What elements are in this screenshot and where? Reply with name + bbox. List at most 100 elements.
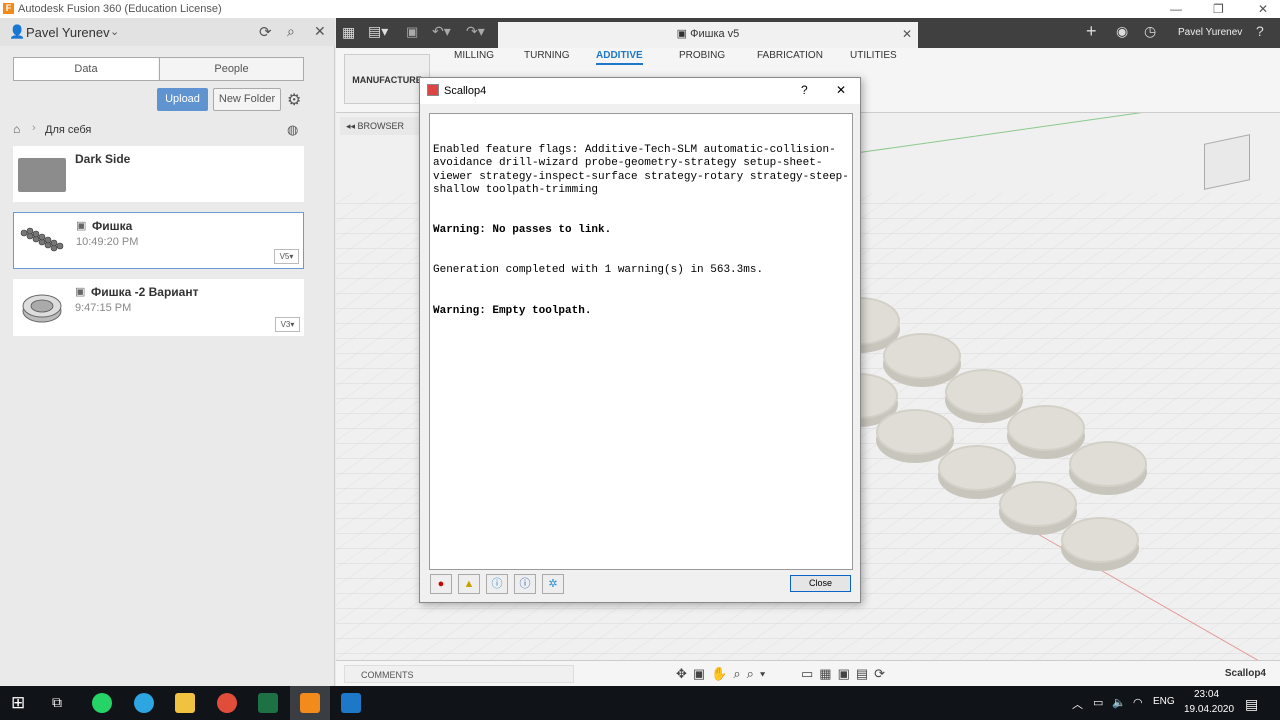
item-name: Фишка bbox=[92, 219, 133, 233]
excel-icon[interactable] bbox=[258, 693, 278, 713]
workspace-switcher[interactable]: MANUFACTURE bbox=[344, 54, 430, 104]
version-badge[interactable]: V3▾ bbox=[275, 317, 300, 332]
error-filter-icon[interactable]: ● bbox=[430, 574, 452, 594]
comments-panel[interactable]: COMMENTS bbox=[344, 665, 574, 683]
list-item[interactable]: Dark Side bbox=[13, 146, 304, 202]
telegram-icon[interactable] bbox=[134, 693, 154, 713]
tray-chevron-icon[interactable]: ︿ bbox=[1072, 696, 1083, 712]
design-icon: ▣ bbox=[676, 28, 691, 40]
design-icon: ▣ bbox=[76, 220, 87, 232]
clock-icon[interactable]: ◷ bbox=[1144, 23, 1156, 40]
upload-button[interactable]: Upload bbox=[157, 88, 208, 111]
tab-milling[interactable]: MILLING bbox=[454, 50, 494, 61]
tab-utilities[interactable]: UTILITIES bbox=[850, 50, 897, 61]
file-icon[interactable]: ▤▾ bbox=[368, 23, 388, 40]
app-toolbar: ▦ ▤▾ ▣ ↶▾ ↷▾ ▣ Фишка v5 ✕ + ◉ ◷ Pavel Yu… bbox=[336, 18, 1280, 48]
display-settings-icon[interactable]: ▭▦▣▤⟳ bbox=[801, 666, 891, 682]
refresh-icon[interactable]: ⟳ bbox=[259, 23, 272, 41]
globe-icon[interactable]: ◍ bbox=[287, 122, 298, 138]
undo-icon[interactable]: ↶▾ bbox=[432, 23, 451, 40]
warning-filter-icon[interactable]: ▲ bbox=[458, 574, 480, 594]
start-icon[interactable]: ⊞ bbox=[11, 693, 25, 713]
window-title-bar: F Autodesk Fusion 360 (Education License… bbox=[0, 0, 1280, 18]
dialog-help-button[interactable]: ? bbox=[801, 83, 808, 97]
close-button[interactable]: Close bbox=[790, 575, 851, 592]
item-time: 9:47:15 PM bbox=[75, 302, 132, 314]
whatsapp-icon[interactable] bbox=[92, 693, 112, 713]
user-name[interactable]: Pavel Yurenev bbox=[26, 25, 110, 40]
log-text-area[interactable]: Enabled feature flags: Additive-Tech-SLM… bbox=[429, 113, 853, 570]
minimize-button[interactable]: — bbox=[1170, 2, 1182, 16]
dialog-title: Scallop4 bbox=[444, 85, 487, 97]
log-line: Warning: Empty toolpath. bbox=[433, 304, 592, 317]
data-people-tabs: Data People bbox=[13, 57, 304, 81]
list-item[interactable]: ▣ Фишка 10:49:20 PM V5▾ bbox=[13, 212, 304, 269]
chrome-icon[interactable] bbox=[217, 693, 237, 713]
tab-probing[interactable]: PROBING bbox=[679, 50, 725, 61]
language-indicator[interactable]: ENG bbox=[1153, 696, 1175, 707]
design-icon: ▣ bbox=[75, 286, 86, 298]
toolbar-user[interactable]: Pavel Yurenev bbox=[1178, 27, 1242, 38]
info-filter-icon[interactable]: ⓘ bbox=[486, 574, 508, 594]
grid-menu-icon[interactable]: ▦ bbox=[342, 24, 355, 41]
document-tab[interactable]: ▣ Фишка v5 ✕ bbox=[498, 22, 918, 48]
user-icon: 👤 bbox=[9, 24, 26, 39]
volume-icon[interactable]: 🔈 bbox=[1112, 696, 1126, 709]
debug-filter-icon[interactable]: ✲ bbox=[542, 574, 564, 594]
message-filter-icon[interactable]: ⓘ bbox=[514, 574, 536, 594]
job-status-icon[interactable]: ◉ bbox=[1116, 23, 1128, 40]
close-tab-icon[interactable]: ✕ bbox=[902, 22, 912, 46]
part-body[interactable] bbox=[1069, 441, 1147, 487]
dialog-app-icon bbox=[427, 84, 439, 96]
document-tab-label: Фишка v5 bbox=[690, 28, 740, 40]
view-cube[interactable] bbox=[1204, 134, 1250, 190]
close-panel-icon[interactable]: ✕ bbox=[314, 23, 326, 40]
part-body[interactable] bbox=[876, 409, 954, 455]
part-body[interactable] bbox=[1007, 405, 1085, 451]
part-body[interactable] bbox=[945, 369, 1023, 415]
edge-icon[interactable] bbox=[341, 693, 361, 713]
new-folder-button[interactable]: New Folder bbox=[213, 88, 281, 111]
fusion-icon[interactable] bbox=[300, 693, 320, 713]
tab-people[interactable]: People bbox=[159, 58, 303, 80]
wifi-icon[interactable]: ◠ bbox=[1133, 696, 1143, 709]
battery-icon[interactable]: ▭ bbox=[1093, 696, 1103, 709]
settings-gear-icon[interactable]: ⚙ bbox=[287, 90, 301, 110]
design-thumbnail bbox=[18, 227, 68, 253]
clock-time[interactable]: 23:04 bbox=[1194, 689, 1219, 700]
maximize-button[interactable]: ❐ bbox=[1213, 2, 1224, 16]
folder-icon bbox=[18, 158, 66, 192]
navigation-tools-icon[interactable]: ✥▣✋⌕⌕▾ bbox=[676, 666, 771, 682]
browser-panel-header[interactable]: ◂◂ BROWSER bbox=[340, 117, 420, 135]
part-body[interactable] bbox=[938, 445, 1016, 491]
dialog-title-bar[interactable]: Scallop4 ? ✕ bbox=[420, 78, 860, 104]
close-window-button[interactable]: ✕ bbox=[1258, 2, 1268, 16]
notifications-icon[interactable]: ▤ bbox=[1245, 696, 1258, 713]
save-icon[interactable]: ▣ bbox=[406, 24, 418, 40]
design-thumbnail bbox=[21, 289, 63, 325]
list-item[interactable]: ▣ Фишка -2 Вариант 9:47:15 PM V3▾ bbox=[13, 279, 304, 336]
chevron-down-icon[interactable]: ⌄ bbox=[110, 25, 119, 38]
tab-fabrication[interactable]: FABRICATION bbox=[757, 50, 823, 61]
browser-label: BROWSER bbox=[357, 121, 405, 131]
version-badge[interactable]: V5▾ bbox=[274, 249, 299, 264]
part-body[interactable] bbox=[1061, 517, 1139, 563]
new-tab-icon[interactable]: + bbox=[1086, 21, 1097, 42]
version-label: V5 bbox=[279, 252, 290, 261]
task-view-icon[interactable]: ⧉ bbox=[52, 694, 62, 711]
clock-date[interactable]: 19.04.2020 bbox=[1184, 704, 1234, 715]
item-name: Dark Side bbox=[75, 152, 131, 166]
part-body[interactable] bbox=[883, 333, 961, 379]
file-explorer-icon[interactable] bbox=[175, 693, 195, 713]
help-icon[interactable]: ? bbox=[1256, 23, 1264, 39]
search-icon[interactable]: ⌕ bbox=[287, 23, 295, 40]
part-body[interactable] bbox=[999, 481, 1077, 527]
home-icon[interactable]: ⌂ bbox=[13, 122, 20, 136]
tab-data[interactable]: Data bbox=[14, 58, 158, 80]
redo-icon[interactable]: ↷▾ bbox=[466, 23, 485, 40]
dialog-close-x-button[interactable]: ✕ bbox=[836, 83, 846, 97]
scallop-log-dialog: Scallop4 ? ✕ Enabled feature flags: Addi… bbox=[419, 77, 861, 603]
tab-additive[interactable]: ADDITIVE bbox=[596, 50, 643, 65]
breadcrumb[interactable]: Для себя bbox=[45, 124, 91, 136]
tab-turning[interactable]: TURNING bbox=[524, 50, 570, 61]
